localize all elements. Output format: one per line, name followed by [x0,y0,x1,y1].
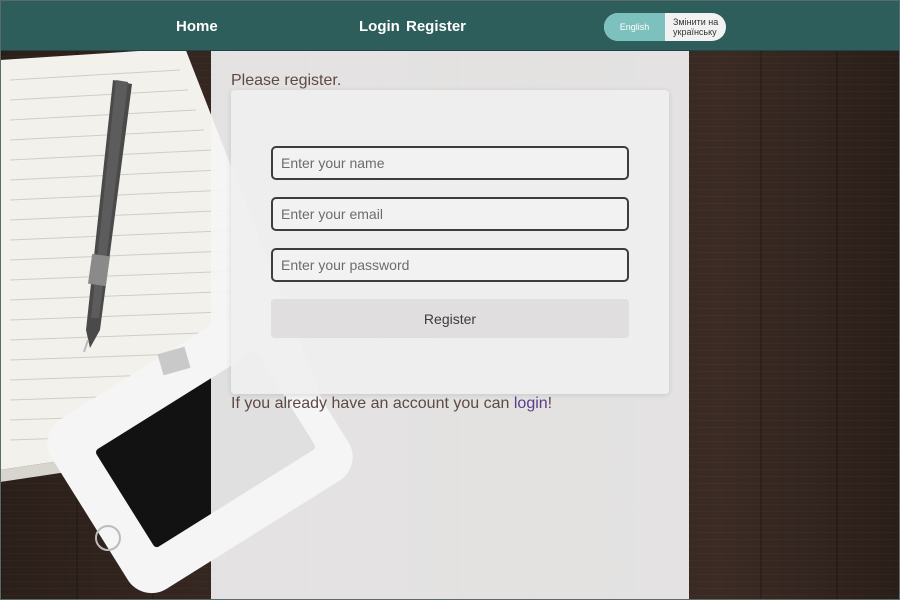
register-panel: Please register. Register If you already… [211,51,689,600]
name-input[interactable] [271,146,629,180]
register-submit-button[interactable]: Register [271,299,629,338]
nav-login-link[interactable]: Login [359,1,400,51]
login-prompt-text: If you already have an account you can [231,395,514,412]
email-input[interactable] [271,197,629,231]
language-english-button[interactable]: English [604,13,665,41]
language-ukrainian-button[interactable]: Змінити на українську [665,13,726,41]
login-link[interactable]: login [514,395,548,412]
top-navbar: Home Login Register English Змінити на у… [1,1,899,51]
language-switcher: English Змінити на українську [604,13,726,41]
register-form: Register [231,90,669,394]
page-title: Please register. [231,72,342,89]
login-prompt-suffix: ! [547,395,553,412]
login-prompt: If you already have an account you can l… [231,395,552,413]
nav-home-link[interactable]: Home [176,1,218,51]
password-input[interactable] [271,248,629,282]
nav-register-link[interactable]: Register [406,1,466,51]
